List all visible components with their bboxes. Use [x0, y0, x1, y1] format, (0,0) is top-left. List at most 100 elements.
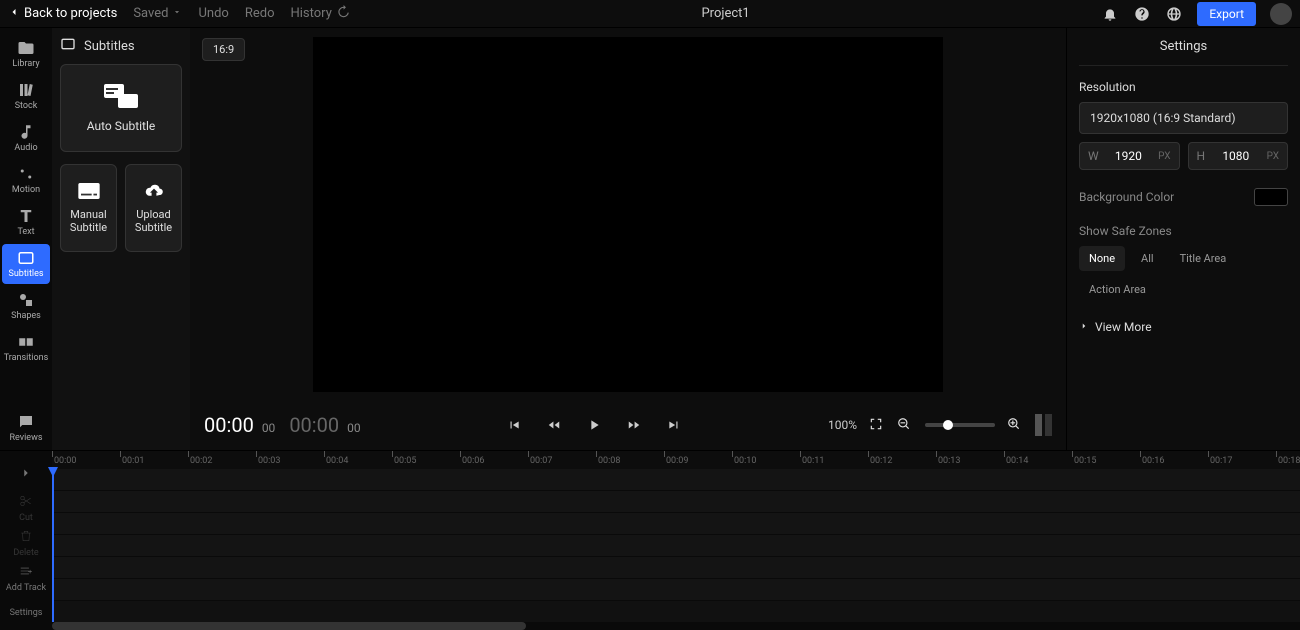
timeline-tools: Cut Delete Add Track Settings — [0, 451, 52, 630]
rail-text-label: Text — [17, 227, 34, 237]
delete-label: Delete — [13, 548, 38, 558]
skip-end-icon[interactable] — [664, 415, 684, 435]
safe-none-button[interactable]: None — [1079, 246, 1125, 271]
rewind-icon[interactable] — [544, 415, 564, 435]
timeline-settings-button[interactable]: Settings — [4, 595, 48, 630]
plus-layers-icon — [19, 564, 33, 581]
ruler-mark: 00:12 — [868, 451, 890, 461]
playhead[interactable] — [52, 469, 54, 622]
fullscreen-icon[interactable] — [869, 417, 885, 433]
ruler-mark: 00:08 — [596, 451, 618, 461]
rail-reviews-label: Reviews — [10, 433, 43, 443]
track-row[interactable] — [52, 469, 1300, 491]
ruler-mark: 00:14 — [1004, 451, 1026, 461]
sliders-icon — [17, 165, 35, 183]
preview-controls: 00:00 00 00:00 00 100% — [190, 400, 1066, 450]
aspect-badge[interactable]: 16:9 — [202, 38, 245, 61]
track-row[interactable] — [52, 579, 1300, 601]
skip-start-icon[interactable] — [504, 415, 524, 435]
rail-audio[interactable]: Audio — [2, 118, 50, 158]
preview-canvas[interactable] — [313, 37, 943, 392]
track-row[interactable] — [52, 513, 1300, 535]
preview-right-controls: 100% — [828, 414, 1052, 436]
upload-icon — [144, 183, 164, 202]
ruler-mark: 00:04 — [324, 451, 346, 461]
zoom-out-icon[interactable] — [897, 417, 913, 433]
back-label: Back to projects — [24, 6, 117, 21]
rail-transitions[interactable]: Transitions — [2, 328, 50, 368]
rail-motion-label: Motion — [12, 185, 40, 195]
globe-icon[interactable] — [1165, 5, 1183, 23]
panel-title: Subtitles — [84, 39, 135, 54]
bg-color-swatch[interactable] — [1254, 188, 1288, 206]
timeline-scrollbar[interactable] — [52, 622, 1300, 630]
rail-subtitles[interactable]: Subtitles — [2, 244, 50, 284]
timeline-main: 00:0000:0100:0200:0300:0400:0500:0600:07… — [52, 451, 1300, 630]
transitions-icon — [17, 333, 35, 351]
rail-motion[interactable]: Motion — [2, 160, 50, 200]
time-current-group: 00:00 00 — [204, 413, 275, 437]
chevron-left-icon — [8, 6, 20, 22]
export-button[interactable]: Export — [1197, 2, 1256, 26]
fast-forward-icon[interactable] — [624, 415, 644, 435]
avatar[interactable] — [1270, 3, 1292, 25]
caret-down-icon[interactable] — [172, 6, 182, 21]
bell-icon[interactable] — [1101, 5, 1119, 23]
cut-label: Cut — [19, 513, 33, 523]
width-input[interactable]: W 1920 PX — [1079, 142, 1180, 170]
ruler-mark: 00:17 — [1208, 451, 1230, 461]
history-button[interactable]: History — [290, 5, 349, 23]
cc-icon — [60, 36, 76, 56]
help-icon[interactable] — [1133, 5, 1151, 23]
timeline-ruler[interactable]: 00:0000:0100:0200:0300:0400:0500:0600:07… — [52, 451, 1300, 469]
resolution-select[interactable]: 1920x1080 (16:9 Standard) — [1079, 102, 1288, 134]
rail-stock[interactable]: Stock — [2, 76, 50, 116]
safe-all-button[interactable]: All — [1131, 246, 1164, 271]
zoom-slider[interactable] — [925, 423, 995, 427]
timeline-tracks[interactable] — [52, 469, 1300, 622]
expand-timeline-button[interactable] — [4, 457, 48, 492]
track-row[interactable] — [52, 535, 1300, 557]
rail-reviews[interactable]: Reviews — [2, 408, 50, 448]
undo-button[interactable]: Undo — [198, 6, 228, 21]
scrollbar-thumb[interactable] — [52, 622, 526, 630]
saved-label: Saved — [133, 6, 168, 21]
zoom-in-icon[interactable] — [1007, 417, 1023, 433]
auto-subtitle-icon — [104, 84, 138, 111]
rail-shapes-label: Shapes — [11, 311, 41, 321]
delete-button[interactable]: Delete — [4, 526, 48, 561]
redo-button[interactable]: Redo — [245, 6, 275, 21]
subtitles-panel: Subtitles Auto Subtitle Manual Subtitle … — [52, 28, 190, 450]
height-input[interactable]: H 1080 PX — [1188, 142, 1289, 170]
add-track-button[interactable]: Add Track — [4, 561, 48, 596]
settings-title: Settings — [1079, 28, 1288, 66]
safe-action-button[interactable]: Action Area — [1079, 277, 1156, 302]
track-row[interactable] — [52, 557, 1300, 579]
view-mode-toggle[interactable] — [1035, 414, 1052, 436]
track-row[interactable] — [52, 491, 1300, 513]
play-icon[interactable] — [584, 415, 604, 435]
upload-subtitle-card[interactable]: Upload Subtitle — [125, 164, 182, 252]
auto-subtitle-card[interactable]: Auto Subtitle — [60, 64, 182, 152]
rail-shapes[interactable]: Shapes — [2, 286, 50, 326]
history-label: History — [290, 6, 331, 21]
height-value: 1080 — [1209, 149, 1263, 163]
back-to-projects-button[interactable]: Back to projects — [8, 6, 117, 22]
view-more-button[interactable]: View More — [1079, 320, 1288, 334]
time-total-frames: 00 — [347, 421, 361, 435]
safe-title-button[interactable]: Title Area — [1170, 246, 1237, 271]
width-label: W — [1088, 149, 1099, 163]
manual-subtitle-card[interactable]: Manual Subtitle — [60, 164, 117, 252]
rail-subtitles-label: Subtitles — [8, 269, 43, 279]
rail-audio-label: Audio — [14, 143, 37, 153]
ruler-mark: 00:02 — [188, 451, 210, 461]
cut-button[interactable]: Cut — [4, 492, 48, 527]
time-current: 00:00 — [204, 413, 254, 437]
ruler-mark: 00:07 — [528, 451, 550, 461]
chevron-right-icon — [1079, 320, 1089, 334]
playback-controls — [375, 415, 814, 435]
saved-status: Saved — [133, 6, 182, 21]
rail-text[interactable]: Text — [2, 202, 50, 242]
topbar-left: Back to projects Saved Undo Redo History — [8, 5, 350, 23]
rail-library[interactable]: Library — [2, 34, 50, 74]
